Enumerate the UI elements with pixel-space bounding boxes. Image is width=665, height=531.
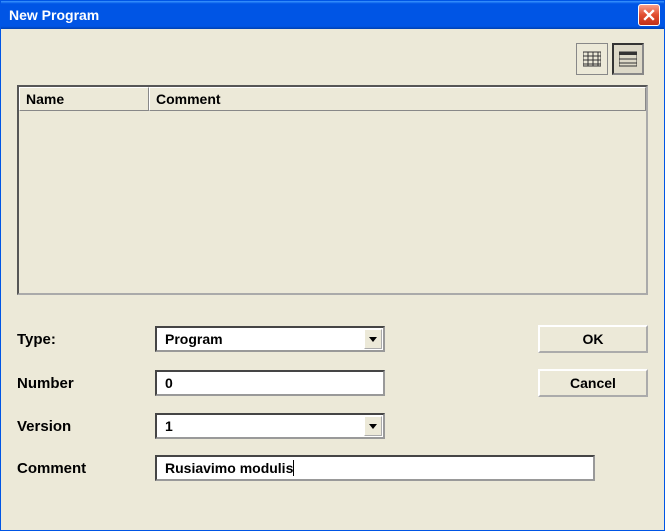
column-header-name[interactable]: Name [19, 87, 149, 111]
type-label: Type: [17, 331, 147, 348]
type-value: Program [157, 329, 364, 349]
comment-text: Rusiavimo modulis [165, 460, 293, 476]
version-value: 1 [157, 416, 364, 436]
column-header-comment[interactable]: Comment [149, 87, 646, 111]
toolbar [17, 37, 648, 85]
list-body [19, 111, 646, 293]
number-label: Number [17, 375, 147, 392]
view-detail-button[interactable] [612, 43, 644, 75]
view-grid-button[interactable] [576, 43, 608, 75]
dialog-content: Name Comment Type: Program OK Number Can… [1, 29, 664, 530]
version-label: Version [17, 418, 147, 435]
number-input[interactable] [157, 373, 383, 393]
dialog-window: New Program [0, 0, 665, 531]
ok-button[interactable]: OK [538, 325, 648, 353]
version-select[interactable]: 1 [155, 413, 385, 439]
number-input-wrap [155, 370, 385, 396]
chevron-down-icon[interactable] [364, 329, 382, 349]
list-header: Name Comment [19, 87, 646, 111]
comment-input-wrap: Rusiavimo modulis [155, 455, 595, 481]
type-select[interactable]: Program [155, 326, 385, 352]
comment-input[interactable]: Rusiavimo modulis [157, 458, 593, 478]
text-caret [293, 460, 294, 476]
cancel-button[interactable]: Cancel [538, 369, 648, 397]
comment-label: Comment [17, 460, 147, 477]
chevron-down-icon[interactable] [364, 416, 382, 436]
close-button[interactable] [638, 4, 660, 26]
window-title: New Program [9, 7, 99, 23]
form-area: Type: Program OK Number Cancel Version 1… [17, 325, 648, 481]
titlebar: New Program [1, 1, 664, 29]
program-list[interactable]: Name Comment [17, 85, 648, 295]
